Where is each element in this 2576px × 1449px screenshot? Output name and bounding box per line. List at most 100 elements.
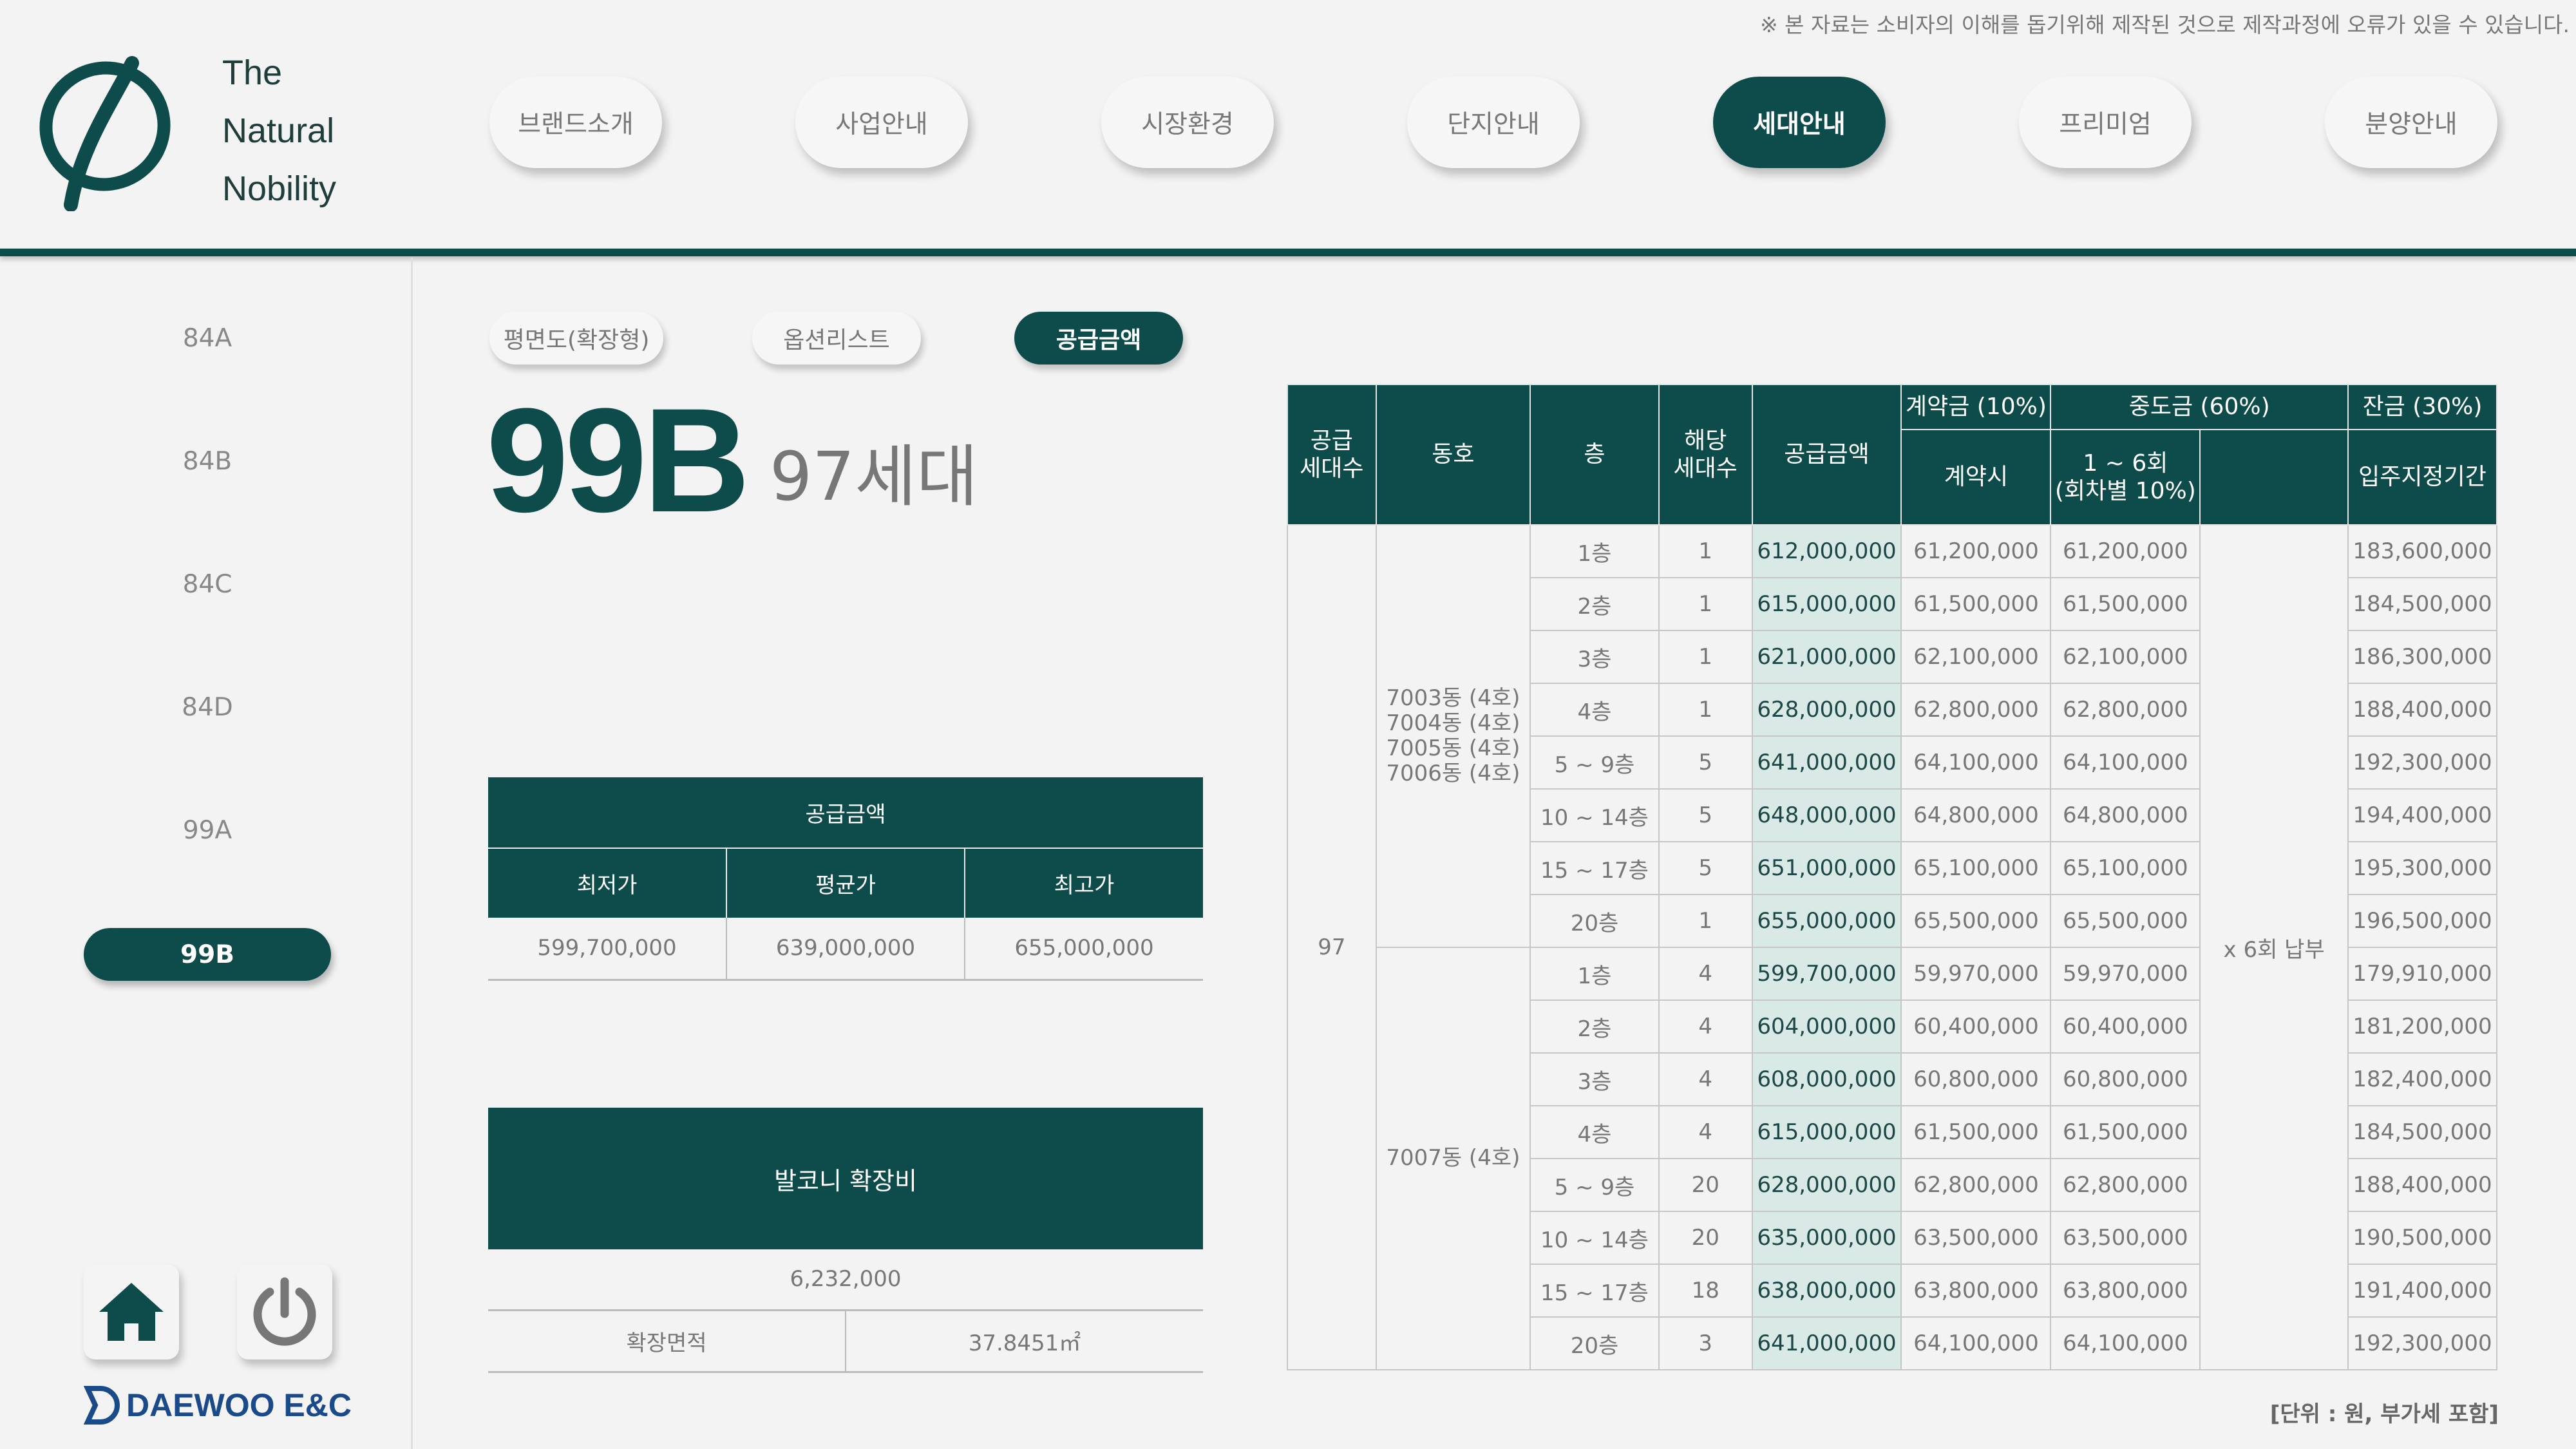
deposit-cell: 60,400,000 [1900, 999, 2052, 1054]
deposit-cell: 63,500,000 [1900, 1211, 2052, 1265]
balcony-area-value: 37.8451㎡ [846, 1310, 1203, 1373]
price-detail-table: 공급 세대수 동호 층 해당 세대수 공급금액 계약금 (10%) 중도금 (6… [1287, 384, 2497, 1370]
header-deposit-sub: 계약시 [1900, 429, 2052, 526]
tab-option-list[interactable]: 옵션리스트 [752, 312, 921, 365]
middle-cell: 62,800,000 [2050, 1158, 2201, 1212]
middle-note-cell: x 6회 납부 [2199, 524, 2349, 1370]
supply-price-cell: 641,000,000 [1751, 735, 1902, 790]
deposit-cell: 62,800,000 [1900, 683, 2052, 737]
floor-cell: 1층 [1530, 524, 1660, 578]
middle-cell: 62,800,000 [2050, 683, 2201, 737]
sidebar-item-99a[interactable]: 99A [84, 804, 331, 857]
nav-premium[interactable]: 프리미엄 [2019, 77, 2192, 168]
middle-cell: 62,100,000 [2050, 630, 2201, 684]
nav-brand-intro[interactable]: 브랜드소개 [489, 77, 662, 168]
price-summary-table: 공급금액 최저가 평균가 최고가 599,700,000 639,000,000… [488, 777, 1203, 981]
logo-line-2: Natural [222, 111, 335, 150]
header-supply-price: 공급금액 [1751, 384, 1902, 526]
count-cell: 1 [1658, 894, 1753, 948]
floor-cell: 20층 [1530, 1316, 1660, 1370]
count-cell: 1 [1658, 630, 1753, 684]
deposit-cell: 65,100,000 [1900, 841, 2052, 895]
sidebar-item-84b[interactable]: 84B [84, 435, 331, 488]
count-cell: 4 [1658, 947, 1753, 1001]
header-balance: 잔금 (30%) [2347, 384, 2497, 430]
logo-line-1: The [222, 53, 283, 92]
unit-household-count: 97세대 [770, 437, 978, 516]
tab-floor-plan[interactable]: 평면도(확장형) [489, 312, 663, 365]
sidebar-item-84a[interactable]: 84A [84, 312, 331, 365]
daewoo-logo-icon [84, 1386, 120, 1425]
header-middle-blank [2199, 429, 2349, 526]
header-middle-sub: 1 ~ 6회 (회차별 10%) [2050, 429, 2201, 526]
floor-cell: 20층 [1530, 894, 1660, 948]
nav-unit-info[interactable]: 세대안내 [1713, 77, 1886, 168]
count-cell: 20 [1658, 1158, 1753, 1212]
nav-complex-info[interactable]: 단지안내 [1407, 77, 1580, 168]
balance-cell: 192,300,000 [2347, 1316, 2497, 1370]
floor-cell: 10 ~ 14층 [1530, 1211, 1660, 1265]
middle-cell: 61,500,000 [2050, 577, 2201, 631]
middle-cell: 63,800,000 [2050, 1264, 2201, 1318]
balance-cell: 192,300,000 [2347, 735, 2497, 790]
supply-price-cell: 608,000,000 [1751, 1052, 1902, 1106]
power-button[interactable] [237, 1264, 332, 1359]
middle-cell: 65,500,000 [2050, 894, 2201, 948]
balcony-table: 발코니 확장비 6,232,000 확장면적 37.8451㎡ [488, 1108, 1203, 1373]
supply-price-cell: 621,000,000 [1751, 630, 1902, 684]
summary-header-min: 최저가 [488, 848, 727, 918]
count-cell: 4 [1658, 1105, 1753, 1159]
balance-cell: 184,500,000 [2347, 1105, 2497, 1159]
dong-cell: 7003동 (4호) 7004동 (4호) 7005동 (4호) 7006동 (… [1375, 524, 1531, 948]
balance-cell: 191,400,000 [2347, 1264, 2497, 1318]
deposit-cell: 64,100,000 [1900, 1316, 2052, 1370]
supply-price-cell: 604,000,000 [1751, 999, 1902, 1054]
count-cell: 4 [1658, 1052, 1753, 1106]
nav-market[interactable]: 시장환경 [1101, 77, 1274, 168]
sidebar-item-99b[interactable]: 99B [84, 928, 331, 981]
supply-price-cell: 628,000,000 [1751, 683, 1902, 737]
deposit-cell: 63,800,000 [1900, 1264, 2052, 1318]
nav-business-info[interactable]: 사업안내 [795, 77, 968, 168]
brand-logo-text: The Natural Nobility [222, 44, 336, 218]
sidebar-item-84d[interactable]: 84D [84, 681, 331, 734]
balance-cell: 188,400,000 [2347, 683, 2497, 737]
deposit-cell: 62,100,000 [1900, 630, 2052, 684]
count-cell: 5 [1658, 788, 1753, 842]
supply-price-cell: 615,000,000 [1751, 577, 1902, 631]
summary-min-value: 599,700,000 [488, 918, 727, 981]
nav-sales-info[interactable]: 분양안내 [2325, 77, 2497, 168]
deposit-cell: 62,800,000 [1900, 1158, 2052, 1212]
sidebar-item-84c[interactable]: 84C [84, 558, 331, 611]
floor-cell: 1층 [1530, 947, 1660, 1001]
floor-cell: 15 ~ 17층 [1530, 1264, 1660, 1318]
header-divider [0, 249, 2576, 256]
tab-supply-price[interactable]: 공급금액 [1014, 312, 1183, 365]
count-cell: 5 [1658, 841, 1753, 895]
balance-cell: 190,500,000 [2347, 1211, 2497, 1265]
count-cell: 4 [1658, 999, 1753, 1054]
floor-cell: 4층 [1530, 683, 1660, 737]
floor-cell: 5 ~ 9층 [1530, 735, 1660, 790]
floor-cell: 5 ~ 9층 [1530, 1158, 1660, 1212]
supply-price-cell: 638,000,000 [1751, 1264, 1902, 1318]
count-cell: 18 [1658, 1264, 1753, 1318]
floor-cell: 2층 [1530, 999, 1660, 1054]
summary-title: 공급금액 [488, 777, 1203, 849]
supply-households-cell: 97 [1287, 524, 1377, 1370]
middle-cell: 59,970,000 [2050, 947, 2201, 1001]
middle-cell: 61,200,000 [2050, 524, 2201, 578]
middle-cell: 65,100,000 [2050, 841, 2201, 895]
logo-line-3: Nobility [222, 169, 337, 208]
count-cell: 3 [1658, 1316, 1753, 1370]
balance-cell: 195,300,000 [2347, 841, 2497, 895]
middle-cell: 60,800,000 [2050, 1052, 2201, 1106]
balance-cell: 184,500,000 [2347, 577, 2497, 631]
supply-price-cell: 655,000,000 [1751, 894, 1902, 948]
middle-cell: 64,100,000 [2050, 735, 2201, 790]
header-count: 해당 세대수 [1658, 384, 1753, 526]
middle-cell: 64,100,000 [2050, 1316, 2201, 1370]
balance-cell: 194,400,000 [2347, 788, 2497, 842]
home-button[interactable] [84, 1264, 179, 1359]
header-deposit: 계약금 (10%) [1900, 384, 2052, 430]
